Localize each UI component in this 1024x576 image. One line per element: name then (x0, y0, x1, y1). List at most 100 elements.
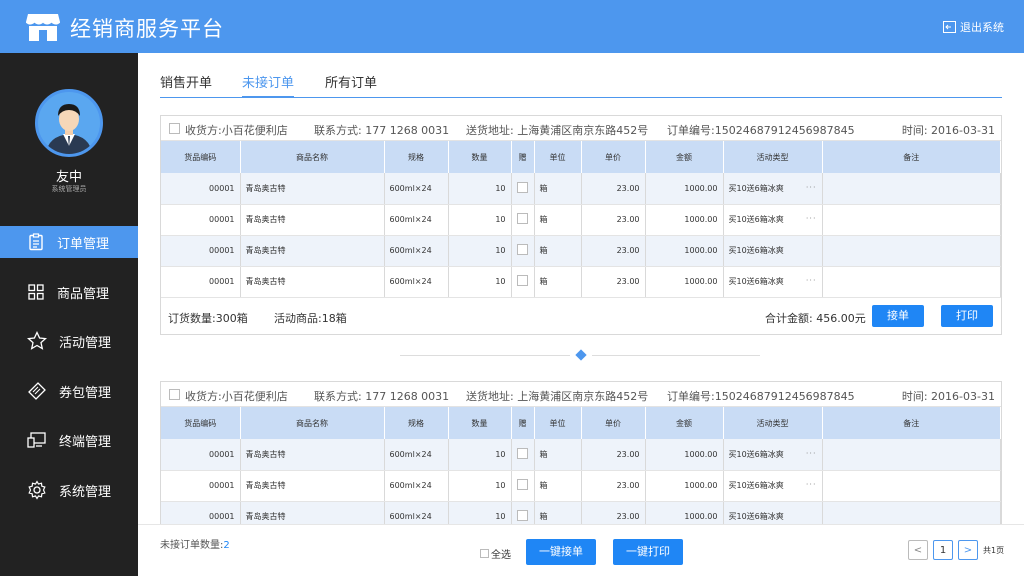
sidebar-item-coupons[interactable]: 券包管理 (0, 375, 138, 407)
quantity: 10 (448, 173, 512, 205)
tab-sales-order[interactable]: 销售开单 (160, 72, 212, 98)
user-role: 系统管理员 (51, 185, 87, 193)
more-options-icon[interactable]: ··· (806, 214, 817, 223)
gift-checkbox[interactable] (517, 181, 528, 193)
remark (822, 204, 1001, 236)
order-tabs: 销售开单 未接订单 所有订单 (160, 72, 1002, 98)
store-logo-icon (26, 14, 60, 41)
app-title: 经销商服务平台 (70, 17, 224, 41)
promo-items: 活动商品:18箱 (274, 311, 347, 325)
unit: 箱 (534, 204, 582, 236)
receiver: 收货方:小百花便利店 (185, 390, 288, 403)
gift-checkbox[interactable] (517, 244, 528, 255)
gift-cell (511, 204, 535, 236)
tab-all-orders[interactable]: 所有订单 (325, 72, 377, 98)
table-row: 00001 青岛奥古特 600ml×24 10 箱 23.00 1000.00 … (161, 266, 1001, 298)
tab-pending-orders[interactable]: 未接订单 (242, 72, 295, 98)
column-header: 规格 (384, 141, 449, 173)
product-name: 青岛奥古特 (240, 173, 385, 205)
activity-type: 买10送6箱冰爽 (728, 183, 784, 193)
quantity: 10 (448, 235, 512, 267)
sidebar-item-system[interactable]: 系统管理 (0, 474, 138, 506)
column-header: 单位 (534, 407, 582, 439)
product-code: 00001 (161, 173, 241, 205)
contact: 联系方式: 177 1268 0031 (314, 390, 450, 403)
order-select-checkbox[interactable] (169, 123, 180, 134)
gift-checkbox[interactable] (517, 275, 528, 286)
devices-icon (27, 432, 46, 448)
gift-checkbox[interactable] (517, 213, 528, 224)
amount: 1000.00 (645, 439, 724, 471)
product-code: 00001 (161, 266, 241, 298)
column-header: 活动类型 (723, 141, 823, 173)
sidebar-item-terminals[interactable]: 终端管理 (0, 424, 138, 456)
sidebar-item-products[interactable]: 商品管理 (0, 276, 138, 308)
table-row: 00001 青岛奥古特 600ml×24 10 箱 23.00 1000.00 … (161, 173, 1001, 205)
product-name: 青岛奥古特 (240, 501, 385, 525)
unit: 箱 (534, 266, 582, 298)
column-header: 赠 (511, 141, 535, 173)
unit: 箱 (534, 439, 582, 471)
activity-cell: 买10送6箱冰爽 (723, 501, 823, 525)
gift-cell (511, 470, 535, 502)
column-header: 商品名称 (240, 141, 385, 173)
gift-cell (511, 439, 535, 471)
more-options-icon[interactable]: ··· (806, 480, 817, 489)
unit-price: 23.00 (581, 204, 646, 236)
quantity: 10 (448, 470, 512, 502)
table-row: 00001 青岛奥古特 600ml×24 10 箱 23.00 1000.00 … (161, 501, 1001, 525)
gift-checkbox[interactable] (517, 510, 528, 521)
activity-cell: 买10送6箱冰爽 ··· (723, 204, 823, 236)
contact: 联系方式: 177 1268 0031 (314, 124, 450, 137)
order-header: 收货方:小百花便利店 联系方式: 177 1268 0031 送货地址: 上海黄… (161, 382, 1001, 407)
order-number: 订单编号:15024687912456987845 (667, 124, 855, 137)
gift-cell (511, 501, 535, 525)
sidebar-item-activities[interactable]: 活动管理 (0, 325, 138, 357)
activity-type: 买10送6箱冰爽 (728, 246, 784, 255)
quantity: 10 (448, 439, 512, 471)
column-header: 数量 (448, 407, 512, 439)
sidebar-item-orders[interactable]: 订单管理 (0, 226, 138, 258)
select-all-checkbox[interactable] (480, 549, 489, 558)
product-name: 青岛奥古特 (240, 266, 385, 298)
activity-cell: 买10送6箱冰爽 ··· (723, 173, 823, 205)
quantity: 10 (448, 266, 512, 298)
order-select-checkbox[interactable] (169, 389, 180, 400)
accept-order-button[interactable]: 接单 (872, 304, 924, 327)
remark (822, 173, 1001, 205)
amount: 1000.00 (645, 266, 724, 298)
page-number-button[interactable]: 1 (933, 540, 953, 560)
sidebar-item-label: 券包管理 (59, 385, 112, 401)
product-code: 00001 (161, 439, 241, 471)
gift-checkbox[interactable] (517, 447, 528, 459)
column-header: 单价 (581, 407, 646, 439)
logout-button[interactable]: 退出系统 (943, 19, 1004, 35)
prev-page-button[interactable]: < (908, 540, 928, 560)
more-options-icon[interactable]: ··· (806, 276, 817, 285)
table-row: 00001 青岛奥古特 600ml×24 10 箱 23.00 1000.00 … (161, 204, 1001, 236)
sidebar: 友中 系统管理员 订单管理 商品管理 活动管理 券包管理 终端管理 系统管理 (0, 53, 138, 576)
next-page-button[interactable]: > (958, 540, 978, 560)
amount: 1000.00 (645, 470, 724, 502)
ticket-icon (28, 382, 46, 400)
select-all[interactable]: 全选 (480, 546, 511, 561)
more-options-icon[interactable]: ··· (806, 449, 817, 458)
order-card: 收货方:小百花便利店 联系方式: 177 1268 0031 送货地址: 上海黄… (160, 381, 1002, 526)
amount: 1000.00 (645, 204, 724, 236)
column-header: 数量 (448, 141, 512, 173)
product-code: 00001 (161, 470, 241, 502)
remark (822, 235, 1001, 267)
order-items-table: 货品编码 商品名称 规格 数量 赠 单位 单价 金额 活动类型 备注 00001… (161, 407, 1001, 525)
unit: 箱 (534, 470, 582, 502)
batch-print-button[interactable]: 一键打印 (613, 539, 683, 565)
column-header: 备注 (822, 407, 1001, 439)
order-divider-right (592, 355, 760, 356)
more-options-icon[interactable]: ··· (806, 183, 817, 192)
activity-cell: 买10送6箱冰爽 (723, 235, 823, 267)
print-order-button[interactable]: 打印 (941, 304, 993, 327)
user-name: 友中 (55, 170, 82, 185)
column-header: 货品编码 (161, 407, 241, 439)
gift-checkbox[interactable] (517, 479, 528, 490)
unit-price: 23.00 (581, 439, 646, 471)
batch-accept-button[interactable]: 一键接单 (526, 539, 596, 565)
